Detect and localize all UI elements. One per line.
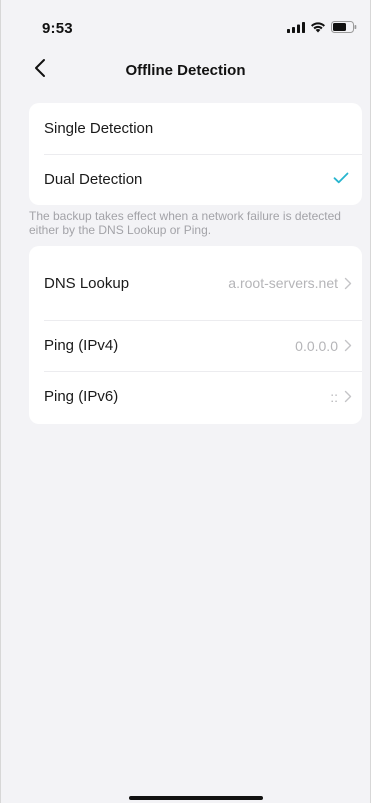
page-title: Offline Detection bbox=[125, 62, 246, 79]
row-value: :: bbox=[330, 388, 338, 405]
row-label: DNS Lookup bbox=[44, 274, 130, 292]
status-time: 9:53 bbox=[42, 20, 73, 37]
row-label: Ping (IPv6) bbox=[44, 388, 119, 405]
chevron-right-icon bbox=[344, 277, 352, 290]
row-value: 0.0.0.0 bbox=[295, 337, 338, 354]
row-label: Ping (IPv4) bbox=[44, 337, 119, 354]
detection-addresses-card: DNS Lookup a.root-servers.net Ping (IPv4… bbox=[29, 246, 362, 424]
chevron-right-icon bbox=[344, 339, 352, 352]
row-ping-ipv4[interactable]: Ping (IPv4) 0.0.0.0 bbox=[29, 320, 362, 371]
option-dual-detection[interactable]: Dual Detection bbox=[29, 154, 362, 205]
battery-icon bbox=[331, 21, 357, 33]
navigation-bar: Offline Detection bbox=[0, 52, 371, 88]
row-ping-ipv6[interactable]: Ping (IPv6) :: bbox=[29, 371, 362, 422]
checkmark-icon bbox=[333, 171, 349, 189]
option-single-detection[interactable]: Single Detection bbox=[29, 103, 362, 154]
home-indicator[interactable] bbox=[129, 796, 263, 800]
signal-icon bbox=[287, 21, 305, 33]
option-label: Dual Detection bbox=[44, 171, 143, 188]
row-dns-lookup[interactable]: DNS Lookup a.root-servers.net bbox=[29, 246, 362, 320]
chevron-right-icon bbox=[344, 390, 352, 403]
status-icons bbox=[287, 21, 357, 33]
option-label: Single Detection bbox=[44, 120, 154, 137]
wifi-icon bbox=[310, 21, 326, 33]
status-bar: 9:53 bbox=[0, 0, 371, 52]
row-value: a.root-servers.net bbox=[228, 275, 338, 291]
info-description: The backup takes effect when a network f… bbox=[29, 209, 341, 237]
detection-mode-card: Single Detection Dual Detection bbox=[29, 103, 362, 205]
